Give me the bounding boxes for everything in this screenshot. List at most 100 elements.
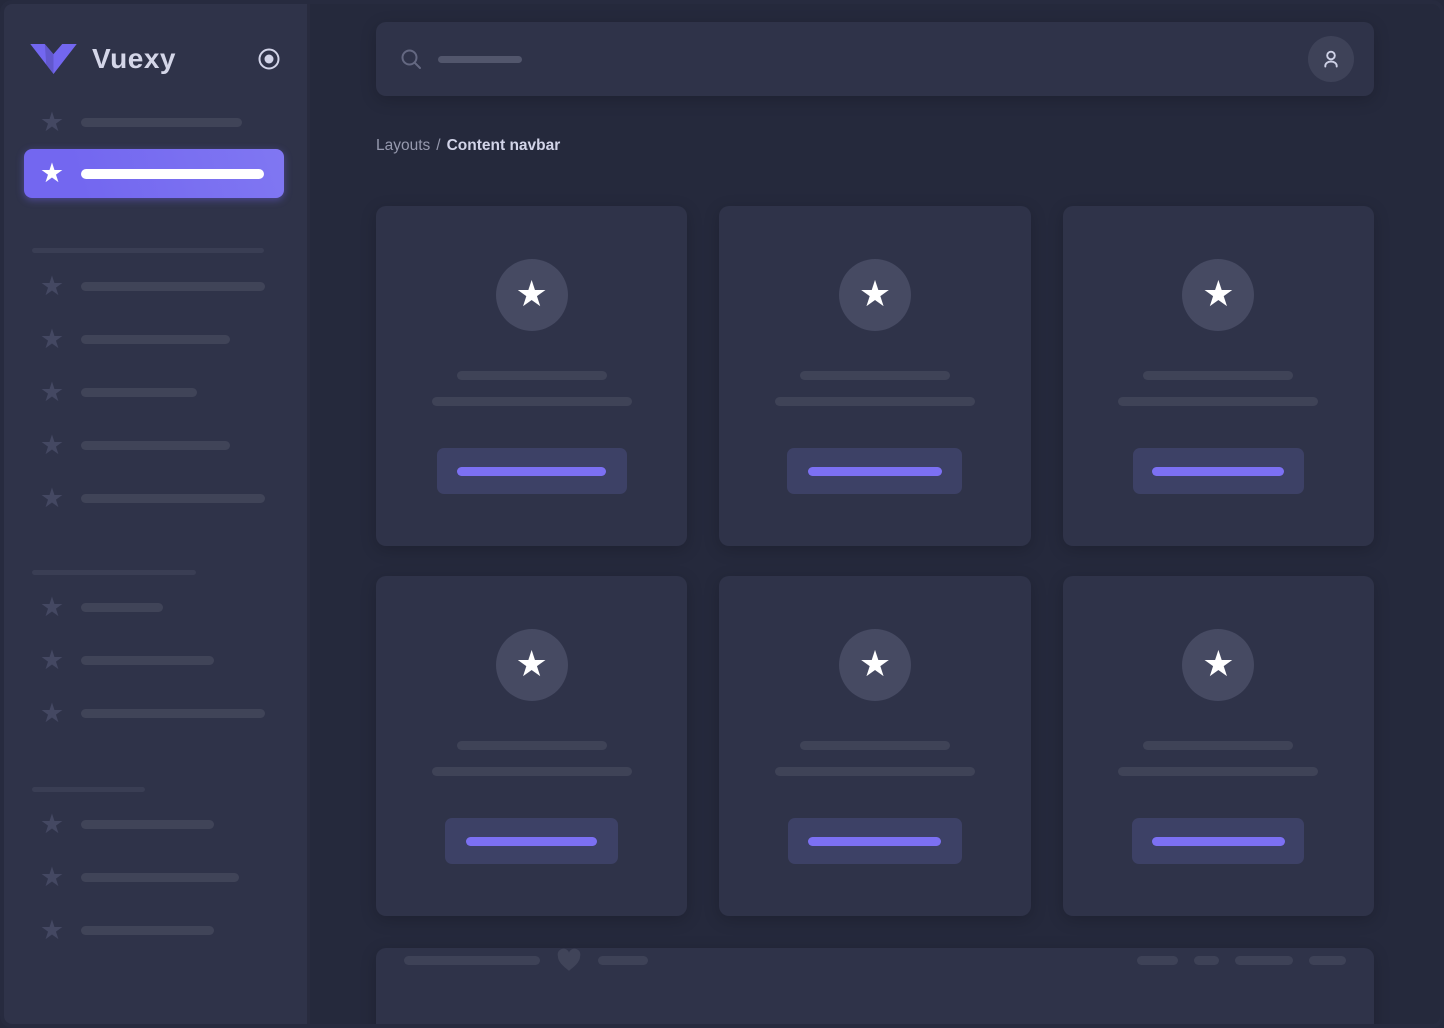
footer-link-placeholder[interactable]	[1137, 956, 1178, 965]
star-icon: ★	[40, 701, 64, 725]
breadcrumb-current: Content navbar	[447, 137, 561, 154]
footer	[376, 948, 1374, 1024]
star-icon: ★	[40, 648, 64, 672]
card-subtitle-placeholder	[1118, 767, 1318, 776]
sidebar-item-label-placeholder	[81, 709, 265, 718]
sidebar-item-label-placeholder	[81, 656, 214, 665]
breadcrumb: Layouts / Content navbar	[376, 134, 1374, 158]
star-icon: ★	[859, 277, 891, 313]
card-subtitle-placeholder	[432, 397, 632, 406]
star-icon: ★	[1202, 277, 1234, 313]
card-button[interactable]	[788, 818, 962, 864]
sidebar-item-label-placeholder	[81, 282, 265, 291]
sidebar-item[interactable]: ★	[40, 648, 307, 672]
sidebar-section-header-placeholder	[32, 248, 264, 253]
card-button[interactable]	[1133, 448, 1304, 494]
search-icon	[400, 48, 422, 70]
card-subtitle-placeholder	[775, 767, 975, 776]
card-avatar-circle: ★	[496, 259, 568, 331]
star-icon: ★	[40, 110, 64, 134]
card-title-placeholder	[457, 371, 607, 380]
top-navbar	[376, 22, 1374, 96]
sidebar-item[interactable]: ★	[40, 486, 307, 510]
card: ★	[1063, 576, 1374, 916]
card: ★	[1063, 206, 1374, 546]
footer-link-placeholder[interactable]	[1194, 956, 1219, 965]
card: ★	[376, 206, 687, 546]
card-avatar-circle: ★	[839, 629, 911, 701]
breadcrumb-separator: /	[436, 137, 440, 154]
card-button[interactable]	[445, 818, 618, 864]
star-icon: ★	[40, 865, 64, 889]
card: ★	[719, 206, 1030, 546]
card-title-placeholder	[1143, 741, 1293, 750]
search-input[interactable]	[400, 48, 522, 70]
footer-row	[404, 948, 1346, 972]
star-icon: ★	[40, 812, 64, 836]
card-button[interactable]	[787, 448, 962, 494]
footer-links	[1137, 956, 1346, 965]
sidebar: Vuexy ★ ★ ★ ★ ★ ★ ★ ★ ★ ★ ★ ★ ★	[4, 4, 310, 1024]
card-button[interactable]	[1132, 818, 1304, 864]
card-subtitle-placeholder	[432, 767, 632, 776]
card-title-placeholder	[800, 741, 950, 750]
person-icon	[1319, 47, 1343, 71]
star-icon: ★	[40, 274, 64, 298]
star-icon: ★	[40, 162, 64, 186]
footer-link-placeholder[interactable]	[1235, 956, 1293, 965]
star-icon: ★	[40, 595, 64, 619]
sidebar-item[interactable]: ★	[40, 110, 307, 134]
sidebar-item[interactable]: ★	[40, 595, 307, 619]
card-subtitle-placeholder	[775, 397, 975, 406]
sidebar-item-label-placeholder	[81, 388, 197, 397]
sidebar-item-label-placeholder	[81, 494, 265, 503]
card-title-placeholder	[800, 371, 950, 380]
menu-pin-toggle-icon[interactable]	[257, 47, 281, 71]
sidebar-item[interactable]: ★	[40, 865, 307, 889]
user-avatar[interactable]	[1308, 36, 1354, 82]
card-subtitle-placeholder	[1118, 397, 1318, 406]
vuexy-logo-icon	[30, 44, 77, 74]
sidebar-item[interactable]: ★	[40, 380, 307, 404]
star-icon: ★	[40, 918, 64, 942]
card-button-label-placeholder	[1152, 837, 1285, 846]
sidebar-item-label-placeholder	[81, 603, 163, 612]
sidebar-item-label-placeholder	[81, 441, 230, 450]
star-icon: ★	[1202, 647, 1234, 683]
breadcrumb-parent[interactable]: Layouts	[376, 137, 430, 154]
footer-link-placeholder[interactable]	[598, 956, 648, 965]
sidebar-item[interactable]: ★	[40, 701, 307, 725]
card-avatar-circle: ★	[839, 259, 911, 331]
sidebar-item-label-placeholder	[81, 118, 242, 127]
card-button[interactable]	[437, 448, 627, 494]
card-button-label-placeholder	[808, 837, 941, 846]
footer-link-placeholder[interactable]	[1309, 956, 1346, 965]
search-placeholder-bar	[438, 56, 522, 63]
sidebar-item[interactable]: ★	[40, 274, 307, 298]
brand: Vuexy	[30, 38, 281, 80]
brand-name[interactable]: Vuexy	[92, 43, 176, 75]
card-avatar-circle: ★	[1182, 629, 1254, 701]
card-avatar-circle: ★	[1182, 259, 1254, 331]
sidebar-item-label-placeholder	[81, 873, 239, 882]
sidebar-item[interactable]: ★	[40, 918, 307, 942]
main-content: Layouts / Content navbar ★ ★ ★ ★ ★ ★	[310, 4, 1440, 1024]
card-title-placeholder	[1143, 371, 1293, 380]
cards-grid: ★ ★ ★ ★ ★ ★	[376, 206, 1374, 916]
sidebar-item-active[interactable]: ★	[24, 149, 284, 198]
sidebar-item-label-placeholder	[81, 169, 264, 179]
card: ★	[719, 576, 1030, 916]
card: ★	[376, 576, 687, 916]
sidebar-menu: ★ ★ ★ ★ ★ ★ ★ ★ ★ ★ ★ ★ ★	[4, 110, 307, 942]
sidebar-item[interactable]: ★	[40, 433, 307, 457]
sidebar-item-label-placeholder	[81, 820, 214, 829]
sidebar-item[interactable]: ★	[40, 812, 307, 836]
sidebar-item[interactable]: ★	[40, 327, 307, 351]
heart-icon	[556, 948, 582, 972]
star-icon: ★	[40, 486, 64, 510]
app-window: Vuexy ★ ★ ★ ★ ★ ★ ★ ★ ★ ★ ★ ★ ★	[0, 0, 1444, 1028]
card-button-label-placeholder	[457, 467, 606, 476]
card-button-label-placeholder	[1152, 467, 1284, 476]
star-icon: ★	[40, 327, 64, 351]
sidebar-section-header-placeholder	[32, 570, 196, 575]
